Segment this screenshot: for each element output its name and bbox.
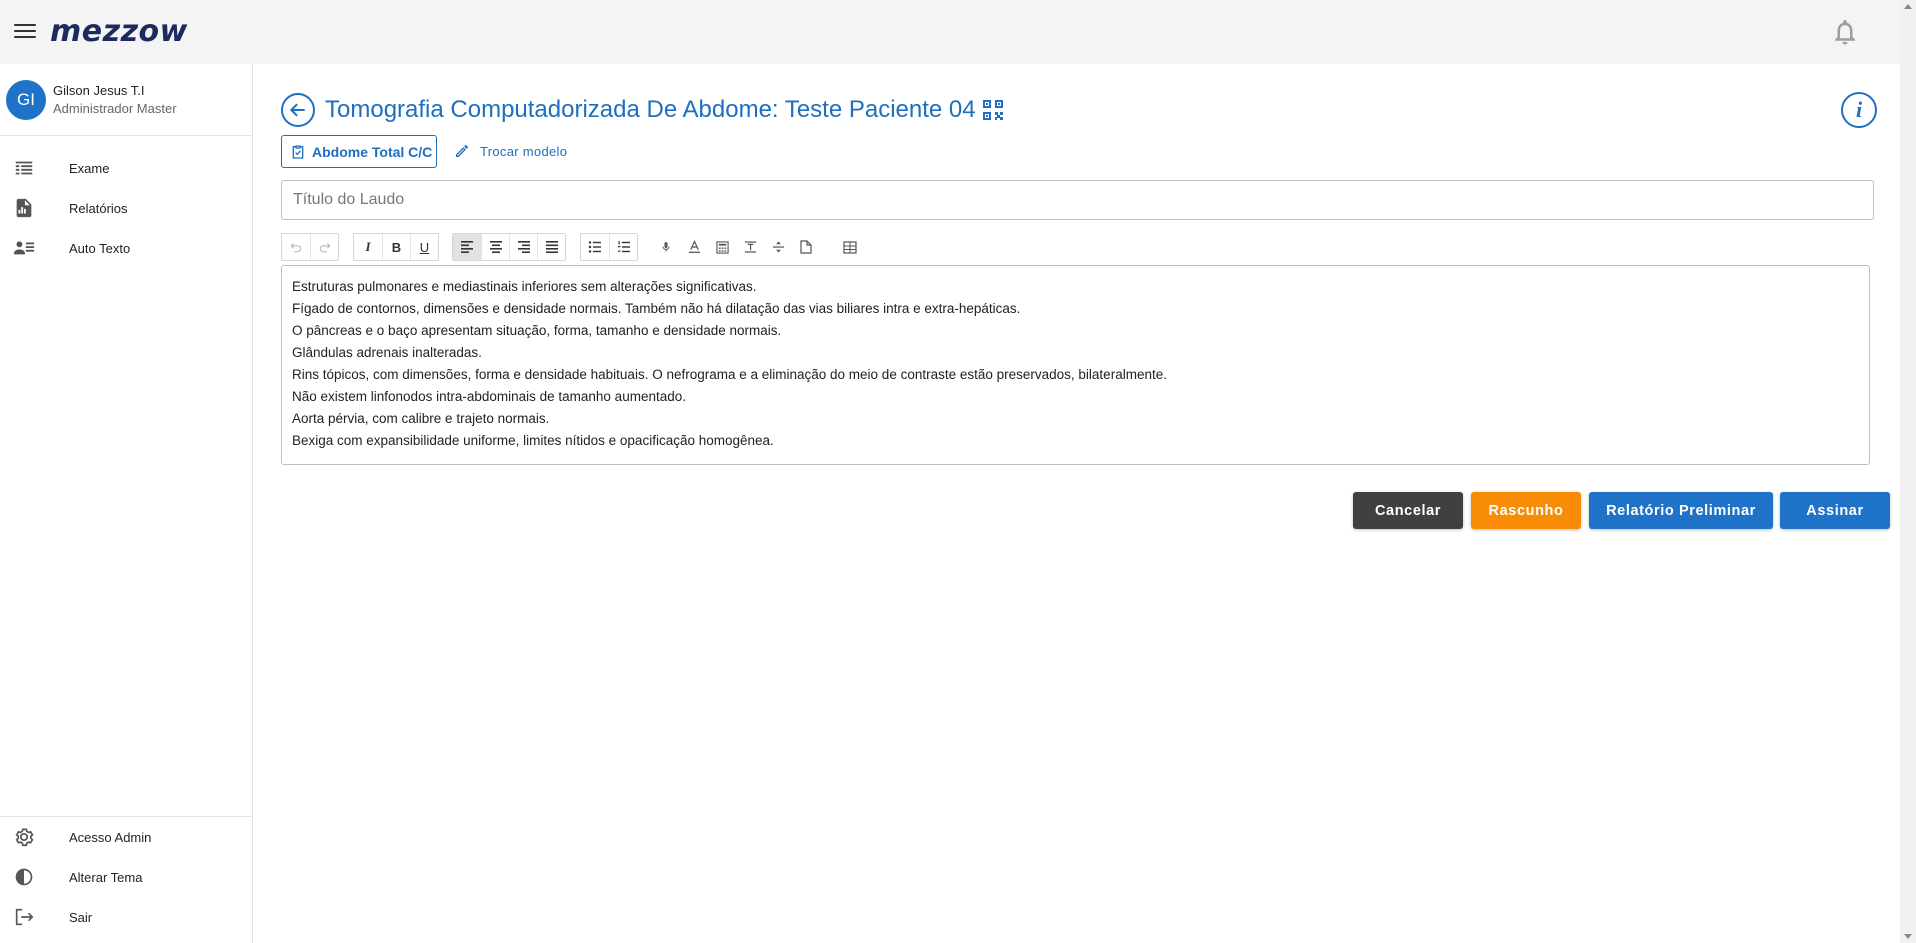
align-justify-icon <box>545 241 558 253</box>
editor-line: Estruturas pulmonares e mediastinais inf… <box>292 279 757 294</box>
font-color-button[interactable] <box>680 233 708 261</box>
hamburger-menu-icon[interactable] <box>14 20 36 40</box>
back-button[interactable] <box>281 93 315 127</box>
editor-line: Fígado de contornos, dimensões e densida… <box>292 301 1021 316</box>
scroll-down-arrow-icon[interactable] <box>1904 934 1912 939</box>
list-group <box>580 233 638 261</box>
table-icon <box>843 240 857 254</box>
align-group <box>452 233 566 261</box>
align-right-icon <box>517 241 530 253</box>
editor-line: O pâncreas e o baço apresentam situação,… <box>292 323 782 338</box>
swap-model-button[interactable]: Trocar modelo <box>454 143 567 159</box>
document-button[interactable] <box>792 233 820 261</box>
format-group: I B U <box>353 233 439 261</box>
align-justify-button[interactable] <box>537 234 565 260</box>
editor-line: Glândulas adrenais inalteradas. <box>292 345 482 360</box>
info-button[interactable]: i <box>1841 92 1877 128</box>
mic-button[interactable] <box>652 233 680 261</box>
arrow-left-icon <box>289 103 305 117</box>
sidebar-item-sair[interactable]: Sair <box>0 897 252 937</box>
report-icon <box>12 196 36 220</box>
pencil-icon <box>456 144 469 157</box>
preliminary-report-button[interactable]: Relatório Preliminar <box>1589 492 1773 529</box>
redo-icon <box>319 243 330 253</box>
strikethrough-button[interactable] <box>764 233 792 261</box>
main-content: Tomografia Computadorizada De Abdome: Te… <box>254 64 1900 943</box>
sidebar-bottom: Acesso Admin Alterar Tema Sair <box>0 816 252 943</box>
bullet-list-icon <box>588 241 601 253</box>
avatar[interactable]: GI <box>6 80 46 120</box>
sidebar-item-alterar-tema[interactable]: Alterar Tema <box>0 857 252 897</box>
user-profile[interactable]: GI Gilson Jesus T.I Administrador Master <box>0 64 252 136</box>
sidebar-item-label: Exame <box>69 160 110 176</box>
undo-button[interactable] <box>282 234 310 260</box>
align-center-button[interactable] <box>481 234 509 260</box>
calculator-button[interactable] <box>708 233 736 261</box>
qr-code-icon[interactable] <box>982 99 1004 121</box>
list-icon <box>12 156 36 180</box>
editor-line: Bexiga com expansibilidade uniforme, lim… <box>292 433 774 448</box>
page-title: Tomografia Computadorizada De Abdome: Te… <box>325 96 976 123</box>
align-right-button[interactable] <box>509 234 537 260</box>
sidebar-item-label: Alterar Tema <box>69 869 143 885</box>
logout-icon <box>12 905 36 929</box>
table-button[interactable] <box>836 233 864 261</box>
sidebar-item-auto-texto[interactable]: Auto Texto <box>0 228 252 268</box>
line-height-button[interactable] <box>736 233 764 261</box>
report-editor[interactable]: Estruturas pulmonares e mediastinais inf… <box>281 265 1870 465</box>
font-color-icon <box>688 240 700 253</box>
redo-button[interactable] <box>310 234 338 260</box>
sign-button[interactable]: Assinar <box>1780 492 1890 529</box>
italic-button[interactable]: I <box>354 234 382 260</box>
gear-icon <box>12 825 36 849</box>
sidebar-item-acesso-admin[interactable]: Acesso Admin <box>0 817 252 857</box>
sidebar-item-relatorios[interactable]: Relatórios <box>0 188 252 228</box>
document-icon <box>800 240 812 254</box>
report-title-input[interactable] <box>281 180 1874 220</box>
editor-toolbar: I B U <box>281 233 1881 261</box>
undo-icon <box>290 243 302 253</box>
page-scrollbar[interactable] <box>1900 0 1916 943</box>
user-role: Administrador Master <box>53 101 177 116</box>
info-icon: i <box>1855 97 1863 122</box>
editor-line: Aorta pérvia, com calibre e trajeto norm… <box>292 411 550 426</box>
app-logo[interactable]: mezzow <box>50 14 188 49</box>
model-label: Abdome Total C/C <box>312 143 433 160</box>
editor-line: Não existem linfonodos intra-abdominais … <box>292 389 686 404</box>
sidebar-item-label: Relatórios <box>69 200 128 216</box>
sidebar-item-label: Acesso Admin <box>69 829 152 845</box>
editor-line: Rins tópicos, com dimensões, forma e den… <box>292 367 1167 382</box>
line-height-icon <box>744 241 756 253</box>
sidebar-item-exame[interactable]: Exame <box>0 148 252 188</box>
notification-bell-icon[interactable] <box>1830 16 1860 48</box>
bullet-list-button[interactable] <box>581 234 609 260</box>
top-bar: mezzow <box>0 0 1900 64</box>
calculator-icon <box>715 240 729 254</box>
user-name: Gilson Jesus T.I <box>53 83 145 98</box>
history-group <box>281 233 339 261</box>
align-left-icon <box>461 241 473 253</box>
strikethrough-icon <box>772 241 784 253</box>
sidebar-item-label: Sair <box>69 909 93 925</box>
numbered-list-icon <box>617 241 630 253</box>
draft-button[interactable]: Rascunho <box>1471 492 1581 529</box>
bold-button[interactable]: B <box>382 234 410 260</box>
contrast-icon <box>12 865 36 889</box>
contacts-icon <box>12 236 36 260</box>
mic-icon <box>662 242 670 252</box>
align-left-button[interactable] <box>453 234 481 260</box>
model-chip[interactable]: Abdome Total C/C <box>281 135 437 168</box>
underline-button[interactable]: U <box>410 234 438 260</box>
sidebar: GI Gilson Jesus T.I Administrador Master… <box>0 64 253 943</box>
scroll-up-arrow-icon[interactable] <box>1904 4 1912 9</box>
align-center-icon <box>489 241 502 253</box>
swap-model-label: Trocar modelo <box>480 143 568 159</box>
sidebar-item-label: Auto Texto <box>69 240 131 256</box>
clipboard-check-icon <box>292 144 304 159</box>
numbered-list-button[interactable] <box>609 234 637 260</box>
cancel-button[interactable]: Cancelar <box>1353 492 1463 529</box>
